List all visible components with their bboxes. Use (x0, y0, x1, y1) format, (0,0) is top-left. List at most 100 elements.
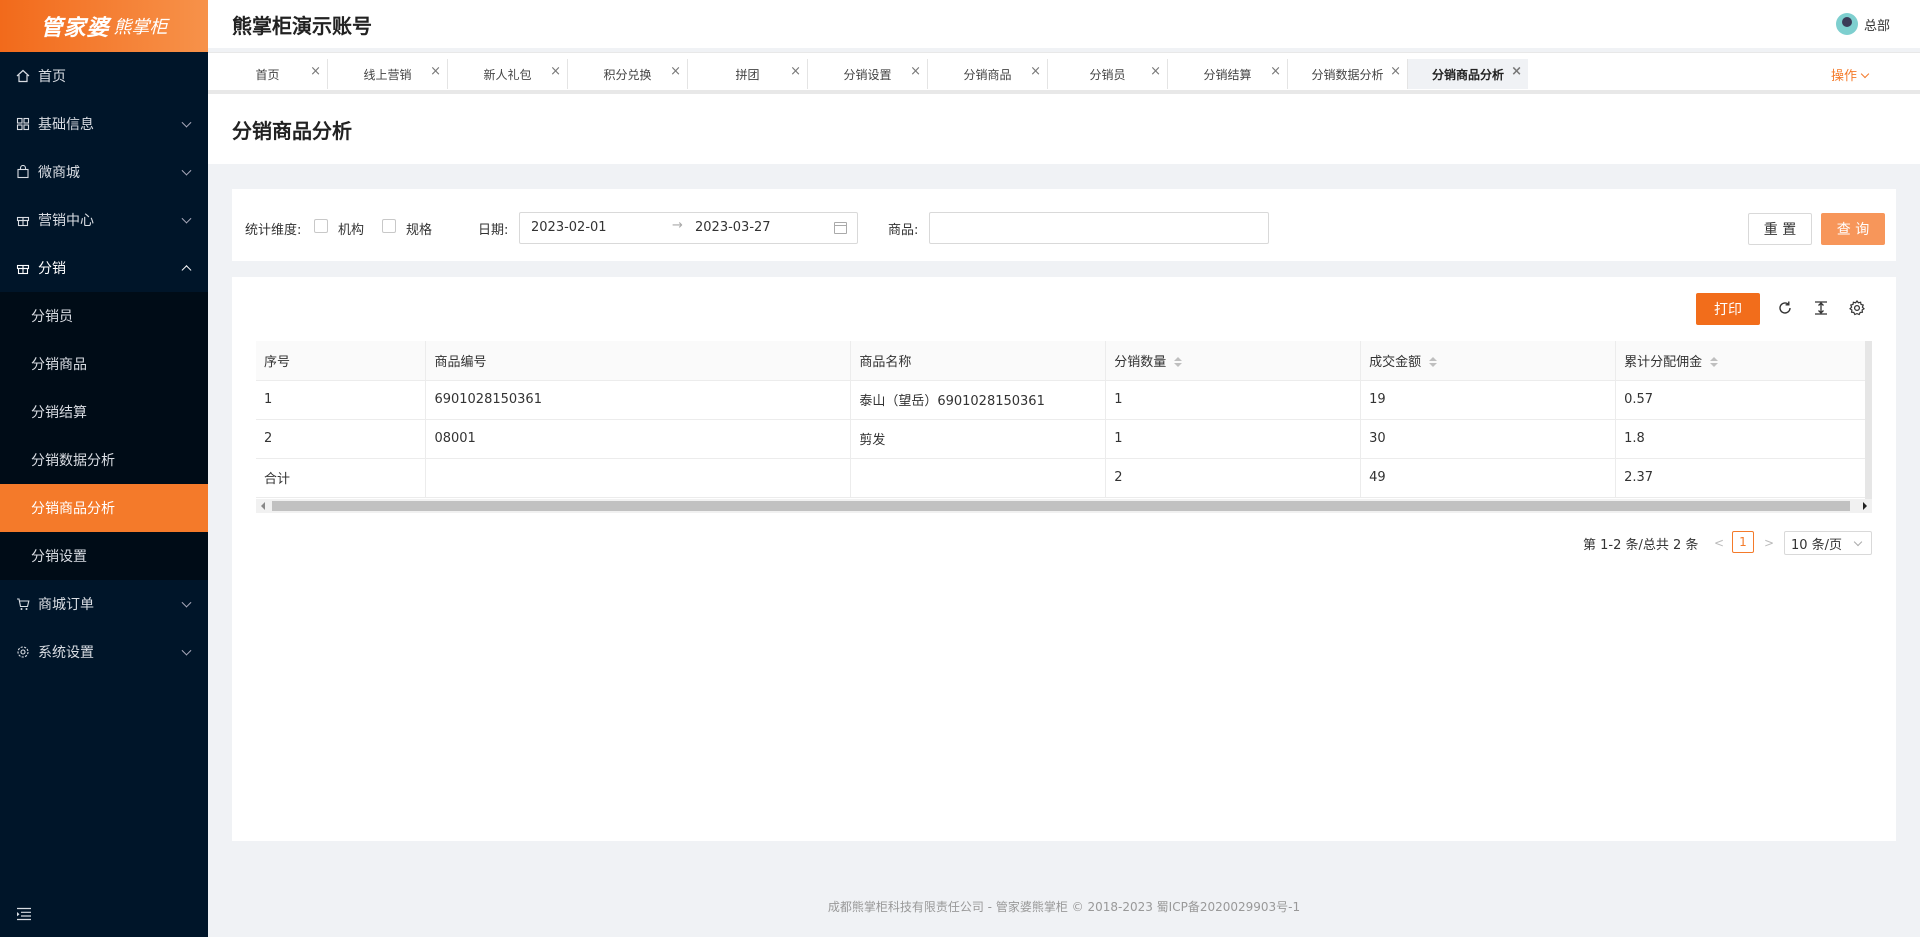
menu-fold-icon[interactable] (16, 907, 32, 921)
close-icon[interactable]: × (1511, 64, 1522, 79)
sidebar-item-home[interactable]: 首页 (0, 52, 208, 100)
sidebar-subitem-distribution-settlement[interactable]: 分销结算 (0, 388, 208, 436)
close-icon[interactable]: × (430, 64, 441, 79)
close-icon[interactable]: × (1270, 64, 1281, 79)
sort-icon[interactable] (1429, 357, 1438, 368)
tab-label: 拼团 (735, 67, 760, 82)
sidebar-subitem-distribution-goods-analysis[interactable]: 分销商品分析 (0, 484, 208, 532)
horizontal-scrollbar[interactable] (256, 499, 1872, 513)
reset-button[interactable]: 重 置 (1748, 213, 1812, 245)
sidebar-item-marketing[interactable]: 营销中心 (0, 196, 208, 244)
page-size-select[interactable]: 10 条/页 (1784, 531, 1872, 555)
tab-distributors[interactable]: 分销员 × (1048, 59, 1168, 89)
operations-dropdown[interactable]: 操作 (1831, 65, 1870, 84)
sidebar-item-label: 基础信息 (38, 117, 94, 133)
tab-label: 积分兑换 (603, 67, 652, 82)
sort-icon[interactable] (1710, 357, 1719, 368)
prev-page-icon[interactable]: < (1714, 536, 1724, 550)
tab-label: 新人礼包 (483, 67, 532, 82)
sidebar-subitem-distribution-data-analysis[interactable]: 分销数据分析 (0, 436, 208, 484)
col-header-deal-amount[interactable]: 成交金额 (1360, 341, 1617, 381)
refresh-icon[interactable] (1776, 299, 1794, 317)
date-label: 日期: (478, 223, 509, 238)
cell-deal-amount: 30 (1360, 419, 1617, 459)
org-checkbox-label[interactable]: 机构 (338, 219, 364, 238)
close-icon[interactable]: × (790, 64, 801, 79)
table-row[interactable]: 1 6901028150361 泰山（望岳）6901028150361 1 19… (256, 380, 1872, 420)
sidebar-item-system-settings[interactable]: 系统设置 (0, 628, 208, 676)
scrollbar-thumb[interactable] (272, 501, 1850, 511)
cell-deal-amount: 49 (1360, 458, 1617, 498)
col-header-label: 成交金额 (1369, 354, 1422, 370)
close-icon[interactable]: × (670, 64, 681, 79)
spec-checkbox-label[interactable]: 规格 (406, 219, 432, 238)
spec-checkbox[interactable] (382, 219, 396, 233)
table-card: 打印 序号 商品编号 商品名称 分销数量 成交金额 累计分配佣金 1 69010… (232, 277, 1896, 841)
gift-icon (16, 216, 30, 227)
tab-newcomer-gift[interactable]: 新人礼包 × (448, 59, 568, 89)
account-title: 熊掌柜演示账号 (232, 13, 372, 38)
col-header-distribution-qty[interactable]: 分销数量 (1105, 341, 1362, 381)
table-header-row: 序号 商品编号 商品名称 分销数量 成交金额 累计分配佣金 (256, 341, 1872, 381)
tab-online-marketing[interactable]: 线上营销 × (328, 59, 448, 89)
sidebar-item-mall-orders[interactable]: 商城订单 (0, 580, 208, 628)
user-menu[interactable]: 总部 (1835, 13, 1890, 35)
settings-icon[interactable] (1848, 299, 1866, 317)
sidebar-subitem-distribution-goods[interactable]: 分销商品 (0, 340, 208, 388)
close-icon[interactable]: × (1390, 64, 1401, 79)
date-range-picker[interactable]: 2023-02-01 → 2023-03-27 (519, 212, 858, 244)
tab-points-exchange[interactable]: 积分兑换 × (568, 59, 688, 89)
scroll-left-icon[interactable] (261, 502, 265, 510)
close-icon[interactable]: × (1030, 64, 1041, 79)
tab-group-buy[interactable]: 拼团 × (688, 59, 808, 89)
table-row[interactable]: 2 08001 剪发 1 30 1.8 (256, 419, 1872, 459)
sidebar: 管家婆 熊掌柜 首页 基础信息 微商城 营销中心 分销 分销员 分销商品 分销结… (0, 0, 208, 937)
cell-total-commission: 1.8 (1615, 419, 1872, 459)
print-button[interactable]: 打印 (1696, 293, 1760, 325)
query-button[interactable]: 查 询 (1821, 213, 1885, 245)
tab-home[interactable]: 首页 × (208, 59, 328, 89)
column-height-icon[interactable] (1812, 299, 1830, 317)
page-number-current[interactable]: 1 (1732, 531, 1754, 553)
tab-label: 分销商品 (963, 67, 1012, 82)
sidebar-subitem-distribution-settings[interactable]: 分销设置 (0, 532, 208, 580)
date-end[interactable]: 2023-03-27 (695, 220, 771, 235)
cell-index: 2 (256, 419, 427, 459)
next-page-icon[interactable]: > (1764, 536, 1774, 550)
tab-distribution-settlement[interactable]: 分销结算 × (1168, 59, 1288, 89)
tab-distribution-data-analysis[interactable]: 分销数据分析 × (1288, 59, 1408, 89)
sidebar-item-micro-mall[interactable]: 微商城 (0, 148, 208, 196)
logo[interactable]: 管家婆 熊掌柜 (0, 0, 208, 52)
close-icon[interactable]: × (1150, 64, 1161, 79)
cell-goods-name: 泰山（望岳）6901028150361 (850, 380, 1107, 420)
cell-goods-name (850, 458, 1107, 498)
tab-bar: 首页 × 线上营销 × 新人礼包 × 积分兑换 × 拼团 × 分销设置 × 分销商品 × 分销… (208, 52, 1920, 90)
tab-label: 首页 (255, 67, 280, 82)
org-checkbox[interactable] (314, 219, 328, 233)
close-icon[interactable]: × (550, 64, 561, 79)
sort-icon[interactable] (1174, 357, 1183, 368)
cell-total-commission: 0.57 (1615, 380, 1872, 420)
sidebar-item-basic-info[interactable]: 基础信息 (0, 100, 208, 148)
distribution-submenu: 分销员 分销商品 分销结算 分销数据分析 分销商品分析 分销设置 (0, 292, 208, 580)
goods-input[interactable] (929, 212, 1269, 244)
tab-distribution-settings[interactable]: 分销设置 × (808, 59, 928, 89)
date-start[interactable]: 2023-02-01 (531, 220, 607, 235)
tab-distribution-goods-analysis[interactable]: 分销商品分析 × (1408, 59, 1528, 89)
close-icon[interactable]: × (910, 64, 921, 79)
sidebar-item-distribution[interactable]: 分销 (0, 244, 208, 292)
tab-distribution-goods[interactable]: 分销商品 × (928, 59, 1048, 89)
col-header-total-commission[interactable]: 累计分配佣金 (1615, 341, 1872, 381)
dimension-label: 统计维度: (245, 223, 302, 238)
sidebar-item-label: 系统设置 (38, 645, 94, 661)
vertical-scrollbar[interactable] (1865, 341, 1872, 499)
close-icon[interactable]: × (310, 64, 321, 79)
gift-icon (16, 264, 30, 275)
chevron-down-icon (181, 165, 192, 176)
tab-label: 分销设置 (843, 67, 892, 82)
scroll-right-icon[interactable] (1863, 502, 1867, 510)
cell-distribution-qty: 1 (1105, 419, 1362, 459)
sidebar-subitem-distributors[interactable]: 分销员 (0, 292, 208, 340)
goods-analysis-table: 序号 商品编号 商品名称 分销数量 成交金额 累计分配佣金 1 69010281… (256, 341, 1872, 498)
top-header: 熊掌柜演示账号 总部 (208, 0, 1920, 48)
